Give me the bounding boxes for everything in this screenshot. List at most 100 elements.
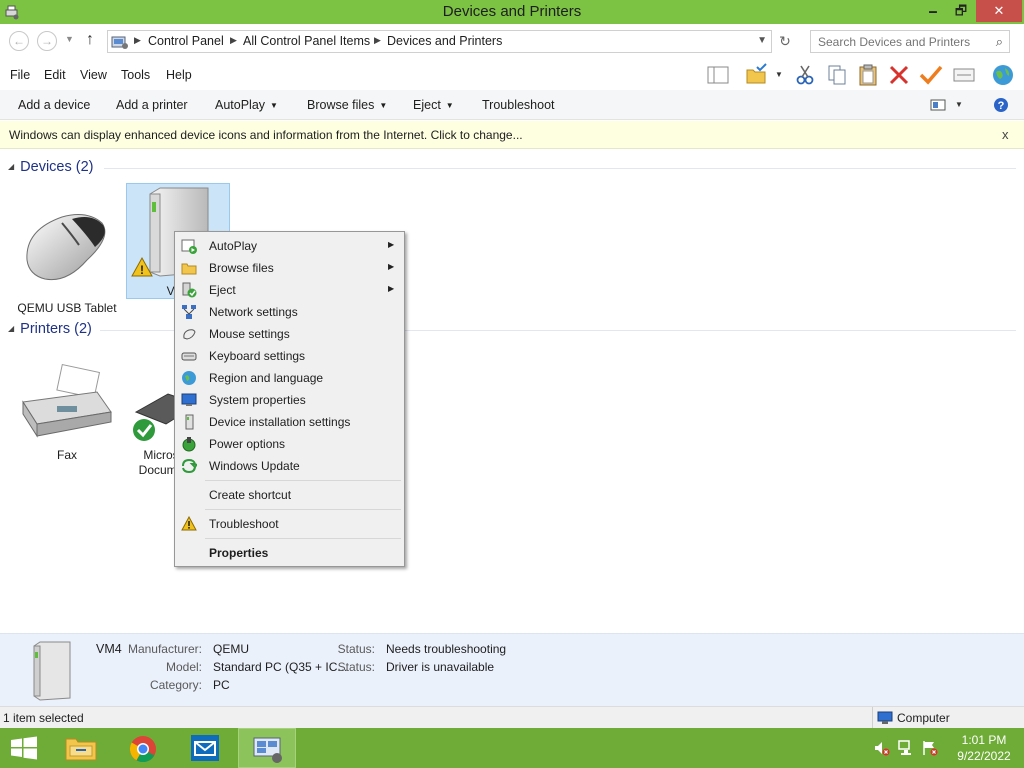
ctx-power-options[interactable]: Power options — [177, 433, 402, 455]
svg-text:?: ? — [998, 100, 1005, 112]
menu-file[interactable]: File — [10, 68, 30, 82]
properties-icon[interactable] — [951, 63, 977, 87]
minimize-button[interactable]: 🗕 — [920, 0, 946, 22]
autoplay-button[interactable]: AutoPlay ▼ — [215, 98, 278, 112]
copy-icon[interactable] — [824, 63, 850, 87]
system-clock[interactable]: 1:01 PM 9/22/2022 — [952, 732, 1016, 764]
computer-icon — [877, 711, 893, 724]
devices-group-header[interactable]: ◢ Devices (2) — [8, 159, 93, 175]
collapse-icon[interactable]: ◢ — [8, 324, 14, 333]
eject-button[interactable]: Eject ▼ — [413, 98, 454, 112]
recent-locations-dropdown[interactable]: ▼ — [65, 34, 74, 44]
menu-separator — [205, 509, 401, 510]
ctx-windows-update[interactable]: Windows Update — [177, 455, 402, 477]
troubleshoot-button[interactable]: Troubleshoot — [482, 98, 555, 112]
speaker-muted-icon[interactable] — [874, 740, 890, 756]
status-selection: 1 item selected — [3, 711, 84, 725]
refresh-button[interactable]: ↻ — [776, 32, 794, 50]
ctx-troubleshoot[interactable]: Troubleshoot — [177, 513, 402, 535]
breadcrumb-devices-printers[interactable]: Devices and Printers — [387, 34, 502, 48]
browse-files-button[interactable]: Browse files ▼ — [307, 98, 387, 112]
menu-tools[interactable]: Tools — [121, 68, 150, 82]
ctx-browse-files[interactable]: Browse files ▶ — [177, 257, 402, 279]
ctx-label: Power options — [209, 437, 286, 451]
ctx-network-settings[interactable]: Network settings — [177, 301, 402, 323]
action-center-icon[interactable] — [922, 740, 938, 756]
close-icon[interactable]: x — [1002, 127, 1009, 142]
ctx-keyboard-settings[interactable]: Keyboard settings — [177, 345, 402, 367]
submenu-arrow-icon: ▶ — [388, 240, 395, 249]
ctx-label: Troubleshoot — [209, 517, 279, 531]
group-divider — [104, 168, 1016, 169]
taskbar-chrome[interactable] — [114, 728, 172, 768]
ctx-mouse-settings[interactable]: Mouse settings — [177, 323, 402, 345]
checkmark-icon[interactable] — [918, 63, 944, 87]
maximize-button[interactable]: 🗗 — [948, 0, 974, 22]
ctx-eject[interactable]: Eject ▶ — [177, 279, 402, 301]
menu-separator — [205, 538, 401, 539]
details-status-1: Needs troubleshooting — [386, 642, 507, 656]
delete-icon[interactable] — [886, 63, 912, 87]
search-box[interactable]: ⌕ — [810, 30, 1010, 53]
device-qemu-usb-tablet[interactable]: QEMU USB Tablet — [15, 205, 119, 316]
address-bar[interactable]: ▶ Control Panel ▶ All Control Panel Item… — [107, 30, 772, 53]
paste-icon[interactable] — [856, 63, 882, 87]
fax-icon — [22, 363, 112, 438]
up-button[interactable]: ↑ — [86, 31, 94, 49]
info-bar[interactable]: Windows can display enhanced device icon… — [0, 121, 1024, 149]
start-button[interactable] — [0, 728, 48, 768]
submenu-arrow-icon: ▶ — [388, 284, 395, 293]
computer-tower-icon — [33, 641, 71, 701]
ctx-properties[interactable]: Properties — [177, 542, 402, 564]
back-button[interactable]: ← — [9, 31, 29, 51]
taskbar-mail[interactable] — [176, 728, 234, 768]
chevron-down-icon[interactable]: ▼ — [955, 100, 963, 109]
menu-view[interactable]: View — [80, 68, 107, 82]
ctx-region-language[interactable]: Region and language — [177, 367, 402, 389]
search-icon[interactable]: ⌕ — [996, 34, 1003, 50]
help-icon[interactable]: ? — [993, 97, 1009, 113]
cut-icon[interactable] — [792, 63, 818, 87]
collapse-icon[interactable]: ◢ — [8, 162, 14, 171]
ctx-system-properties[interactable]: System properties — [177, 389, 402, 411]
breadcrumb-control-panel[interactable]: Control Panel — [148, 34, 224, 48]
ctx-autoplay[interactable]: AutoPlay ▶ — [177, 235, 402, 257]
details-key: Model: — [165, 660, 202, 674]
network-icon[interactable] — [898, 740, 916, 756]
globe-icon[interactable] — [990, 63, 1016, 87]
chevron-down-icon[interactable]: ▼ — [775, 70, 783, 79]
clock-date: 9/22/2022 — [957, 749, 1011, 763]
chevron-down-icon[interactable]: ▼ — [757, 35, 767, 46]
context-menu: AutoPlay ▶ Browse files ▶ Eject ▶ Networ… — [174, 231, 405, 567]
details-pane: VM4 Manufacturer: QEMU Model: Standard P… — [0, 633, 1024, 706]
close-button[interactable]: ✕ — [976, 0, 1022, 22]
menu-help[interactable]: Help — [166, 68, 192, 82]
keyboard-icon — [181, 352, 197, 361]
layout-icon[interactable] — [705, 63, 731, 87]
ctx-label: Keyboard settings — [209, 349, 306, 363]
breadcrumb-all-items[interactable]: All Control Panel Items — [243, 34, 370, 48]
change-view-icon[interactable] — [930, 98, 946, 112]
ctx-label: Network settings — [209, 305, 298, 319]
details-model: Standard PC (Q35 + IC... — [213, 660, 348, 674]
taskbar-file-explorer[interactable] — [52, 728, 110, 768]
add-device-button[interactable]: Add a device — [18, 98, 90, 112]
search-input[interactable] — [811, 31, 981, 52]
mouse-icon — [26, 214, 106, 281]
menu-edit[interactable]: Edit — [44, 68, 66, 82]
device-label: QEMU USB Tablet — [17, 301, 117, 315]
devices-view: ◢ Devices (2) QEMU USB Tablet ! ◢ Printe… — [0, 150, 1024, 633]
network-icon — [182, 305, 196, 319]
taskbar-devices-printers[interactable] — [238, 728, 296, 768]
add-printer-button[interactable]: Add a printer — [116, 98, 188, 112]
ctx-create-shortcut[interactable]: Create shortcut — [177, 484, 402, 506]
info-bar-message[interactable]: Windows can display enhanced device icon… — [9, 128, 523, 142]
ctx-device-installation-settings[interactable]: Device installation settings — [177, 411, 402, 433]
folder-options-icon[interactable] — [744, 63, 770, 87]
forward-button[interactable]: → — [37, 31, 57, 51]
device-fax[interactable]: Fax — [15, 362, 119, 463]
printers-group-title: Printers (2) — [20, 321, 92, 337]
printers-group-header[interactable]: ◢ Printers (2) — [8, 321, 92, 337]
computer-tower-icon — [185, 414, 194, 430]
details-manufacturer: QEMU — [213, 642, 249, 656]
